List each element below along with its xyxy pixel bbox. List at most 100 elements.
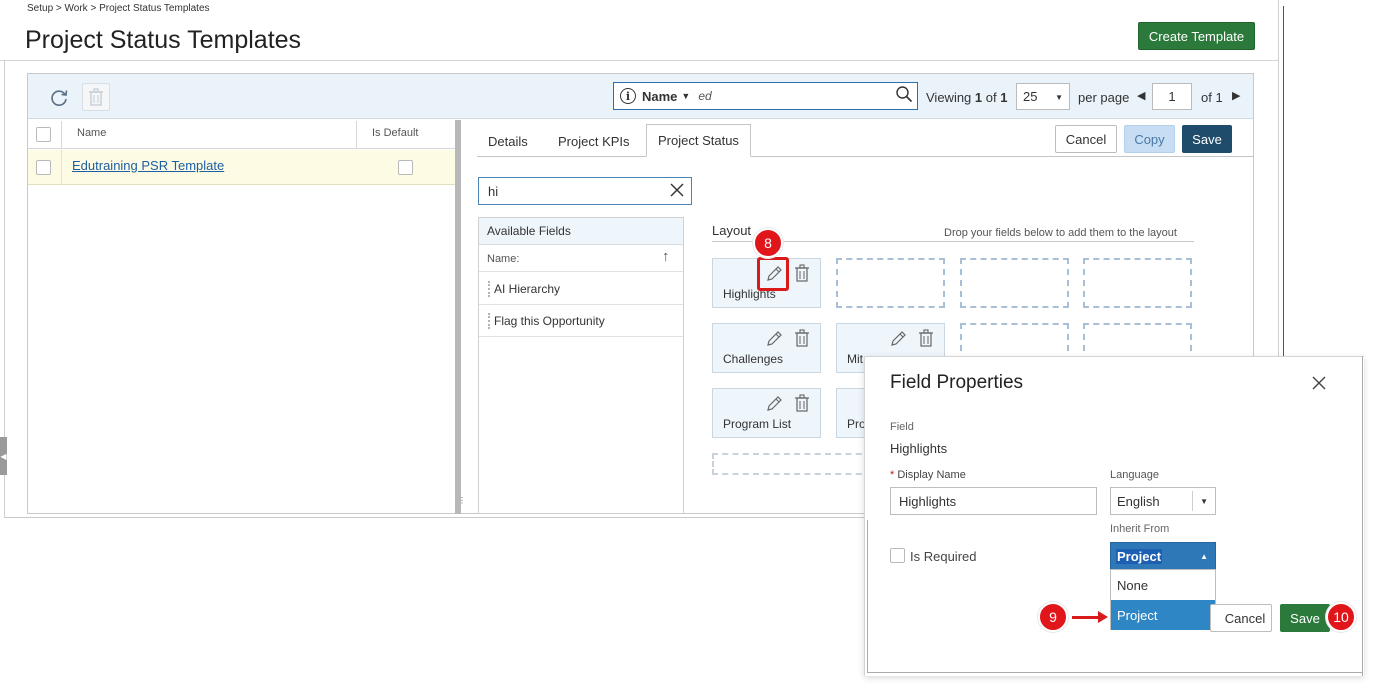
field-value: Highlights xyxy=(890,441,948,456)
field-item-label: AI Hierarchy xyxy=(494,281,561,296)
delete-button[interactable] xyxy=(82,83,110,111)
per-page-label: per page xyxy=(1078,90,1130,105)
search-value[interactable]: ed xyxy=(698,89,895,103)
window-edge xyxy=(1283,6,1284,356)
save-button[interactable]: Save xyxy=(1182,125,1232,153)
clear-icon[interactable] xyxy=(669,182,685,201)
column-divider xyxy=(61,150,62,185)
dialog-save-button[interactable]: Save xyxy=(1280,604,1330,632)
card-label: Challenges xyxy=(723,352,784,366)
edit-highlight-outline xyxy=(757,257,789,291)
display-name-label-text: Display Name xyxy=(897,469,966,481)
select-all-checkbox[interactable] xyxy=(36,127,51,142)
page-title: Project Status Templates xyxy=(25,26,302,54)
drag-handle-icon[interactable] xyxy=(488,313,490,329)
column-divider xyxy=(356,121,357,149)
inherit-from-select[interactable]: Project ▲ xyxy=(1110,542,1216,570)
tab-project-kpis[interactable]: Project KPIs xyxy=(547,126,641,156)
drag-handle-icon[interactable] xyxy=(488,281,490,297)
prev-page-icon[interactable]: ◀ xyxy=(1137,89,1145,102)
trash-icon[interactable] xyxy=(795,394,809,417)
empty-layout-slot[interactable] xyxy=(836,258,945,308)
viewing-of: of xyxy=(985,90,997,105)
card-label: Pro xyxy=(847,417,866,431)
edit-icon[interactable] xyxy=(765,395,783,418)
dialog-border xyxy=(1362,356,1363,676)
empty-layout-slot[interactable] xyxy=(1083,258,1192,308)
template-name-link[interactable]: Edutraining PSR Template xyxy=(72,158,224,173)
search-field-selector[interactable]: Name xyxy=(642,89,677,104)
trash-icon xyxy=(89,88,103,106)
content-bottom-border xyxy=(4,517,864,518)
option-project[interactable]: Project xyxy=(1111,600,1215,630)
viewing-count: Viewing 1 of 1 xyxy=(926,90,1007,105)
collapse-left-icon[interactable]: ◀ xyxy=(0,437,7,475)
pane-splitter[interactable] xyxy=(455,120,461,514)
layout-card-program-list[interactable]: Program List xyxy=(712,388,821,438)
field-label: Field xyxy=(890,421,914,433)
dialog-cancel-button[interactable]: Cancel xyxy=(1210,604,1272,632)
create-template-button[interactable]: Create Template xyxy=(1138,22,1255,50)
empty-layout-row-slot[interactable] xyxy=(712,453,872,475)
sort-ascending-icon[interactable]: ↑ xyxy=(662,248,670,265)
is-required-checkbox[interactable] xyxy=(890,548,905,563)
step-badge: 9 xyxy=(1038,602,1068,632)
option-none[interactable]: None xyxy=(1111,570,1215,600)
chevron-up-icon: ▲ xyxy=(1200,552,1208,561)
trash-icon[interactable] xyxy=(795,264,809,287)
per-page-select[interactable]: 25 ▼ xyxy=(1016,83,1070,110)
display-name-input[interactable]: Highlights xyxy=(890,487,1097,515)
viewing-label: Viewing xyxy=(926,90,972,105)
trash-icon[interactable] xyxy=(919,329,933,352)
is-required-label: Is Required xyxy=(910,549,977,564)
step-badge: 8 xyxy=(753,228,783,258)
per-page-value: 25 xyxy=(1023,89,1038,104)
dialog-border xyxy=(867,520,868,673)
chevron-down-icon[interactable]: ▼ xyxy=(681,91,690,101)
tab-bar-divider xyxy=(477,156,1253,157)
inherit-from-value: Project xyxy=(1116,548,1163,564)
list-item[interactable]: AI Hierarchy xyxy=(479,273,683,305)
close-icon[interactable] xyxy=(1310,374,1328,397)
step-badge: 10 xyxy=(1326,602,1356,632)
cancel-button[interactable]: Cancel xyxy=(1055,125,1117,153)
column-header-name[interactable]: Name xyxy=(77,127,106,139)
next-page-icon[interactable]: ▶ xyxy=(1232,89,1240,102)
refresh-icon[interactable] xyxy=(48,87,70,109)
annotation-arrow xyxy=(1072,616,1100,619)
search-icon[interactable] xyxy=(895,85,913,108)
search-input[interactable]: i Name ▼ ed xyxy=(613,82,918,110)
total-pages: of 1 xyxy=(1201,90,1223,105)
edit-icon[interactable] xyxy=(889,330,907,353)
is-default-checkbox[interactable] xyxy=(398,160,413,175)
card-label: Mit xyxy=(847,352,863,366)
trash-icon[interactable] xyxy=(795,329,809,352)
empty-layout-slot[interactable] xyxy=(960,258,1069,308)
filter-value: hi xyxy=(488,183,499,199)
tab-project-status[interactable]: Project Status xyxy=(646,124,751,157)
row-checkbox[interactable] xyxy=(36,160,51,175)
layout-card-challenges[interactable]: Challenges xyxy=(712,323,821,373)
language-label: Language xyxy=(1110,469,1159,481)
chevron-down-icon: ▼ xyxy=(1055,93,1063,102)
select-divider xyxy=(1192,491,1193,511)
field-filter-input[interactable]: hi xyxy=(478,177,692,205)
language-select[interactable]: English ▼ xyxy=(1110,487,1216,515)
copy-button[interactable]: Copy xyxy=(1124,125,1175,153)
chevron-down-icon: ▼ xyxy=(1200,497,1208,506)
layout-divider xyxy=(712,241,1194,242)
info-icon[interactable]: i xyxy=(620,88,636,104)
viewing-to: 1 xyxy=(1000,90,1008,105)
layout-hint: Drop your fields below to add them to th… xyxy=(944,227,1177,239)
available-fields-title: Available Fields xyxy=(479,218,683,245)
viewing-from: 1 xyxy=(974,90,983,105)
edit-icon[interactable] xyxy=(765,330,783,353)
tab-details[interactable]: Details xyxy=(477,126,539,156)
sort-by-name[interactable]: Name: xyxy=(479,246,683,272)
display-name-label: * Display Name xyxy=(890,469,966,481)
column-header-is-default[interactable]: Is Default xyxy=(372,127,418,139)
splitter-grip-icon[interactable]: ⋮ xyxy=(458,497,466,505)
list-item[interactable]: Flag this Opportunity xyxy=(479,305,683,337)
card-label: Program List xyxy=(723,417,792,431)
page-number-input[interactable]: 1 xyxy=(1152,83,1192,110)
